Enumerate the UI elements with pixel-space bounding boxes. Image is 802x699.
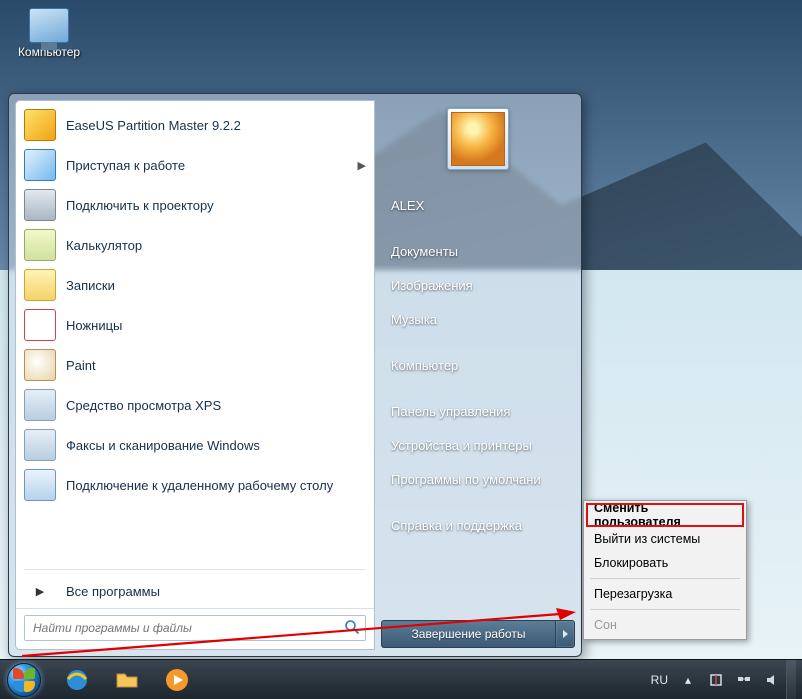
app-label: Записки <box>66 278 115 293</box>
taskbar-pinned <box>54 664 200 696</box>
start-menu-app-item[interactable]: Факсы и сканирование Windows <box>16 425 374 465</box>
app-icon <box>24 149 56 181</box>
taskbar: RU ▴ <box>0 659 802 699</box>
start-menu-app-item[interactable]: Приступая к работе ▶ <box>16 145 374 185</box>
start-menu-app-item[interactable]: Подключение к удаленному рабочему столу <box>16 465 374 505</box>
right-item-control-panel[interactable]: Панель управления <box>375 394 581 428</box>
app-icon <box>24 429 56 461</box>
computer-icon <box>29 8 69 43</box>
app-label: Факсы и сканирование Windows <box>66 438 260 453</box>
app-label: Калькулятор <box>66 238 142 253</box>
app-label: Подключить к проектору <box>66 198 214 213</box>
app-label: Paint <box>66 358 96 373</box>
taskbar-explorer[interactable] <box>104 664 150 696</box>
app-label: Средство просмотра XPS <box>66 398 221 413</box>
app-label: EaseUS Partition Master 9.2.2 <box>66 118 241 133</box>
start-menu-app-item[interactable]: Средство просмотра XPS <box>16 385 374 425</box>
app-icon <box>24 349 56 381</box>
tray-network-icon[interactable] <box>736 672 752 688</box>
app-icon <box>24 389 56 421</box>
windows-logo-icon <box>7 663 41 697</box>
divider <box>24 569 366 570</box>
shutdown-row: Завершение работы <box>375 614 581 656</box>
chevron-right-icon: ▶ <box>24 585 56 598</box>
tray-chevron-up-icon[interactable]: ▴ <box>680 672 696 688</box>
divider <box>590 609 740 610</box>
shutdown-submenu-button[interactable] <box>555 620 575 648</box>
submenu-lock[interactable]: Блокировать <box>586 551 744 575</box>
app-label: Приступая к работе <box>66 158 185 173</box>
start-button[interactable] <box>0 660 48 699</box>
taskbar-ie[interactable] <box>54 664 100 696</box>
right-item-help[interactable]: Справка и поддержка <box>375 508 581 542</box>
right-item-default-programs[interactable]: Программы по умолчани <box>375 462 581 496</box>
right-item-pictures[interactable]: Изображения <box>375 268 581 302</box>
app-icon <box>24 229 56 261</box>
app-icon <box>24 469 56 501</box>
submenu-restart[interactable]: Перезагрузка <box>586 582 744 606</box>
shutdown-submenu: Сменить пользователя Выйти из системы Бл… <box>583 500 747 640</box>
right-item-music[interactable]: Музыка <box>375 302 581 336</box>
start-menu-app-item[interactable]: Paint <box>16 345 374 385</box>
user-picture-frame[interactable] <box>447 108 509 170</box>
start-menu-right-pane: ALEX Документы Изображения Музыка Компью… <box>375 94 581 656</box>
app-icon <box>24 189 56 221</box>
tray-volume-icon[interactable] <box>764 672 780 688</box>
chevron-right-icon: ▶ <box>358 159 366 172</box>
show-desktop-button[interactable] <box>786 660 796 699</box>
chevron-right-icon <box>563 630 568 638</box>
internet-explorer-icon <box>64 667 90 693</box>
search-icon <box>344 619 360 640</box>
right-item-devices[interactable]: Устройства и принтеры <box>375 428 581 462</box>
submenu-log-off[interactable]: Выйти из системы <box>586 527 744 551</box>
shutdown-button[interactable]: Завершение работы <box>381 620 555 648</box>
start-menu-app-item[interactable]: EaseUS Partition Master 9.2.2 <box>16 105 374 145</box>
user-name-link[interactable]: ALEX <box>375 188 581 222</box>
media-player-icon <box>164 667 190 693</box>
start-menu-app-item[interactable]: Записки <box>16 265 374 305</box>
app-icon <box>24 269 56 301</box>
app-label: Ножницы <box>66 318 122 333</box>
search-input[interactable] <box>24 615 366 641</box>
tray-action-center-icon[interactable] <box>708 672 724 688</box>
language-indicator[interactable]: RU <box>651 673 668 687</box>
all-programs-label: Все программы <box>66 584 160 599</box>
app-label: Подключение к удаленному рабочему столу <box>66 478 333 493</box>
app-icon <box>24 109 56 141</box>
right-item-documents[interactable]: Документы <box>375 234 581 268</box>
all-programs-button[interactable]: ▶ Все программы <box>16 574 374 608</box>
start-menu-app-item[interactable]: Ножницы <box>16 305 374 345</box>
submenu-sleep[interactable]: Сон <box>586 613 744 637</box>
user-picture-icon <box>451 112 505 166</box>
start-menu-left-pane: EaseUS Partition Master 9.2.2 Приступая к… <box>15 100 375 650</box>
start-menu-right-list: ALEX Документы Изображения Музыка Компью… <box>375 188 581 614</box>
right-item-computer[interactable]: Компьютер <box>375 348 581 382</box>
start-menu-app-item[interactable]: Подключить к проектору <box>16 185 374 225</box>
start-menu-app-list: EaseUS Partition Master 9.2.2 Приступая к… <box>16 101 374 565</box>
folder-icon <box>114 667 140 693</box>
system-tray: RU ▴ <box>651 672 786 688</box>
start-menu: EaseUS Partition Master 9.2.2 Приступая к… <box>8 93 582 657</box>
desktop-icon-computer[interactable]: Компьютер <box>14 8 84 59</box>
submenu-switch-user[interactable]: Сменить пользователя <box>586 503 744 527</box>
app-icon <box>24 309 56 341</box>
divider <box>590 578 740 579</box>
search-container <box>16 608 374 649</box>
start-menu-app-item[interactable]: Калькулятор <box>16 225 374 265</box>
taskbar-media-player[interactable] <box>154 664 200 696</box>
